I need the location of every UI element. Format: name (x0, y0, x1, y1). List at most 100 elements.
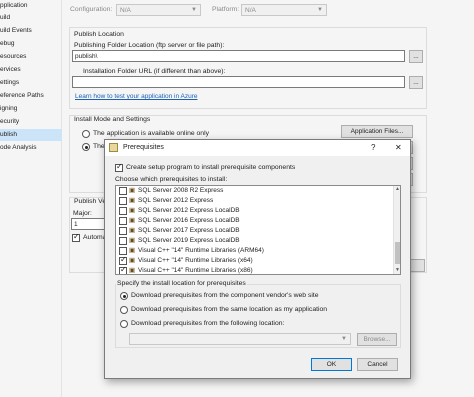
nav-item-reference-paths[interactable]: eference Paths (0, 90, 62, 102)
vendor-location-radio[interactable] (120, 292, 128, 300)
nav-item-publish[interactable]: ublish (0, 129, 62, 141)
prereq-label: Visual C++ "14" Runtime Libraries (ARM64… (138, 247, 264, 254)
install-url-label: Installation Folder URL (if different th… (83, 68, 226, 75)
create-setup-checkbox[interactable] (115, 162, 123, 172)
list-scrollbar[interactable]: ▲ ▼ (393, 186, 400, 274)
choose-prerequisites-label: Choose which prerequisites to install: (115, 176, 228, 183)
scroll-thumb[interactable] (395, 242, 400, 264)
prereq-label: SQL Server 2017 Express LocalDB (138, 227, 240, 234)
prereq-checkbox[interactable] (119, 207, 127, 215)
package-icon: ▣ (129, 247, 136, 254)
install-url-input[interactable] (72, 76, 405, 88)
help-icon[interactable]: ? (371, 143, 375, 152)
prereq-checkbox[interactable] (119, 247, 127, 255)
prereq-checkbox[interactable] (119, 265, 127, 274)
prereq-checkbox[interactable] (119, 197, 127, 205)
package-icon: ▣ (129, 227, 136, 234)
nav-item-code-analysis[interactable]: ode Analysis (0, 142, 62, 154)
chevron-down-icon: ▼ (341, 336, 347, 342)
prerequisites-dialog: Prerequisites ? ✕ Create setup program t… (104, 139, 411, 379)
prereq-checkbox[interactable] (119, 227, 127, 235)
offline-label: The (93, 143, 105, 150)
prereq-label: SQL Server 2008 R2 Express (138, 187, 224, 194)
package-icon: ▣ (129, 257, 136, 264)
dialog-app-icon (109, 143, 118, 152)
package-icon: ▣ (129, 217, 136, 224)
browse-button[interactable]: Browse... (357, 333, 397, 346)
azure-learn-link[interactable]: Learn how to test your application in Az… (75, 93, 198, 100)
list-item[interactable]: ▣ Visual C++ "14" Runtime Libraries (x64… (116, 255, 392, 266)
nav-item-application[interactable]: pplication (0, 0, 62, 12)
package-icon: ▣ (129, 187, 136, 194)
dialog-title: Prerequisites (123, 144, 164, 151)
prereq-label: SQL Server 2016 Express LocalDB (138, 217, 240, 224)
publish-version-header: Publish Ve (74, 198, 107, 205)
same-location-radio[interactable] (120, 306, 128, 314)
online-only-label: The application is available online only (93, 130, 209, 137)
offline-radio[interactable] (82, 143, 90, 151)
configuration-label: Configuration: (70, 6, 113, 13)
prereq-checkbox[interactable] (119, 217, 127, 225)
online-only-radio[interactable] (82, 130, 90, 138)
prereq-label: SQL Server 2012 Express (138, 197, 214, 204)
project-properties-nav: pplication uild uild Events ebug esource… (0, 0, 62, 397)
prereq-label: SQL Server 2012 Express LocalDB (138, 207, 240, 214)
publishing-folder-label: Publishing Folder Location (ftp server o… (74, 42, 225, 49)
prereq-label: Visual C++ "14" Runtime Libraries (x86) (138, 267, 253, 274)
scroll-down-icon[interactable]: ▼ (395, 267, 400, 273)
major-value: 1 (74, 221, 78, 228)
install-url-browse-button[interactable]: ... (409, 76, 423, 89)
list-item[interactable]: ▣ SQL Server 2008 R2 Express (116, 186, 392, 196)
platform-combo[interactable]: N/A ▼ (241, 4, 327, 16)
nav-item-security[interactable]: ecurity (0, 116, 62, 128)
list-item[interactable]: ▣ Visual C++ "14" Runtime Libraries (ARM… (116, 246, 392, 256)
same-location-label: Download prerequisites from the same loc… (131, 306, 328, 313)
configuration-combo[interactable]: N/A ▼ (116, 4, 201, 16)
nav-item-settings[interactable]: ettings (0, 77, 62, 89)
list-item[interactable]: ▣ SQL Server 2012 Express (116, 196, 392, 206)
package-icon: ▣ (129, 267, 136, 274)
prerequisites-list[interactable]: ▣ SQL Server 2008 R2 Express ▣ SQL Serve… (115, 185, 401, 275)
package-icon: ▣ (129, 207, 136, 214)
nav-item-build[interactable]: uild (0, 12, 62, 24)
chevron-down-icon: ▼ (317, 7, 323, 13)
prereq-checkbox[interactable] (119, 237, 127, 245)
nav-item-build-events[interactable]: uild Events (0, 25, 62, 37)
scroll-up-icon[interactable]: ▲ (395, 186, 400, 192)
publishing-folder-browse-button[interactable]: ... (409, 50, 423, 63)
prereq-label: Visual C++ "14" Runtime Libraries (x64) (138, 257, 253, 264)
platform-label: Platform: (212, 6, 240, 13)
package-icon: ▣ (129, 237, 136, 244)
following-location-radio[interactable] (120, 320, 128, 328)
dialog-title-bar: Prerequisites ? ✕ (105, 140, 410, 156)
list-item[interactable]: ▣ Visual C++ "14" Runtime Libraries (x86… (116, 265, 392, 274)
prereq-checkbox[interactable] (119, 255, 127, 265)
configuration-value: N/A (120, 7, 131, 14)
ok-button[interactable]: OK (311, 358, 352, 371)
auto-increment-checkbox[interactable] (72, 232, 80, 242)
following-location-label: Download prerequisites from the followin… (131, 320, 285, 327)
list-item[interactable]: ▣ SQL Server 2017 Express LocalDB (116, 226, 392, 236)
publishing-folder-input[interactable]: publish\ (72, 50, 405, 62)
major-input[interactable]: 1 (71, 218, 107, 230)
install-mode-header: Install Mode and Settings (74, 116, 151, 123)
nav-item-resources[interactable]: esources (0, 51, 62, 63)
nav-item-debug[interactable]: ebug (0, 38, 62, 50)
chevron-down-icon: ▼ (191, 7, 197, 13)
cancel-button[interactable]: Cancel (357, 358, 398, 371)
publish-location-header: Publish Location (74, 31, 124, 38)
location-combo[interactable]: ▼ (129, 333, 351, 345)
nav-item-services[interactable]: ervices (0, 64, 62, 76)
nav-item-signing[interactable]: igning (0, 103, 62, 115)
list-item[interactable]: ▣ SQL Server 2019 Express LocalDB (116, 236, 392, 246)
list-item[interactable]: ▣ SQL Server 2016 Express LocalDB (116, 216, 392, 226)
close-icon[interactable]: ✕ (395, 143, 402, 152)
install-location-header: Specify the install location for prerequ… (116, 280, 247, 287)
platform-value: N/A (245, 7, 256, 14)
application-files-button[interactable]: Application Files... (341, 125, 413, 138)
package-icon: ▣ (129, 197, 136, 204)
prereq-checkbox[interactable] (119, 187, 127, 195)
list-item[interactable]: ▣ SQL Server 2012 Express LocalDB (116, 206, 392, 216)
vendor-location-label: Download prerequisites from the componen… (131, 292, 319, 299)
major-label: Major: (73, 210, 92, 217)
